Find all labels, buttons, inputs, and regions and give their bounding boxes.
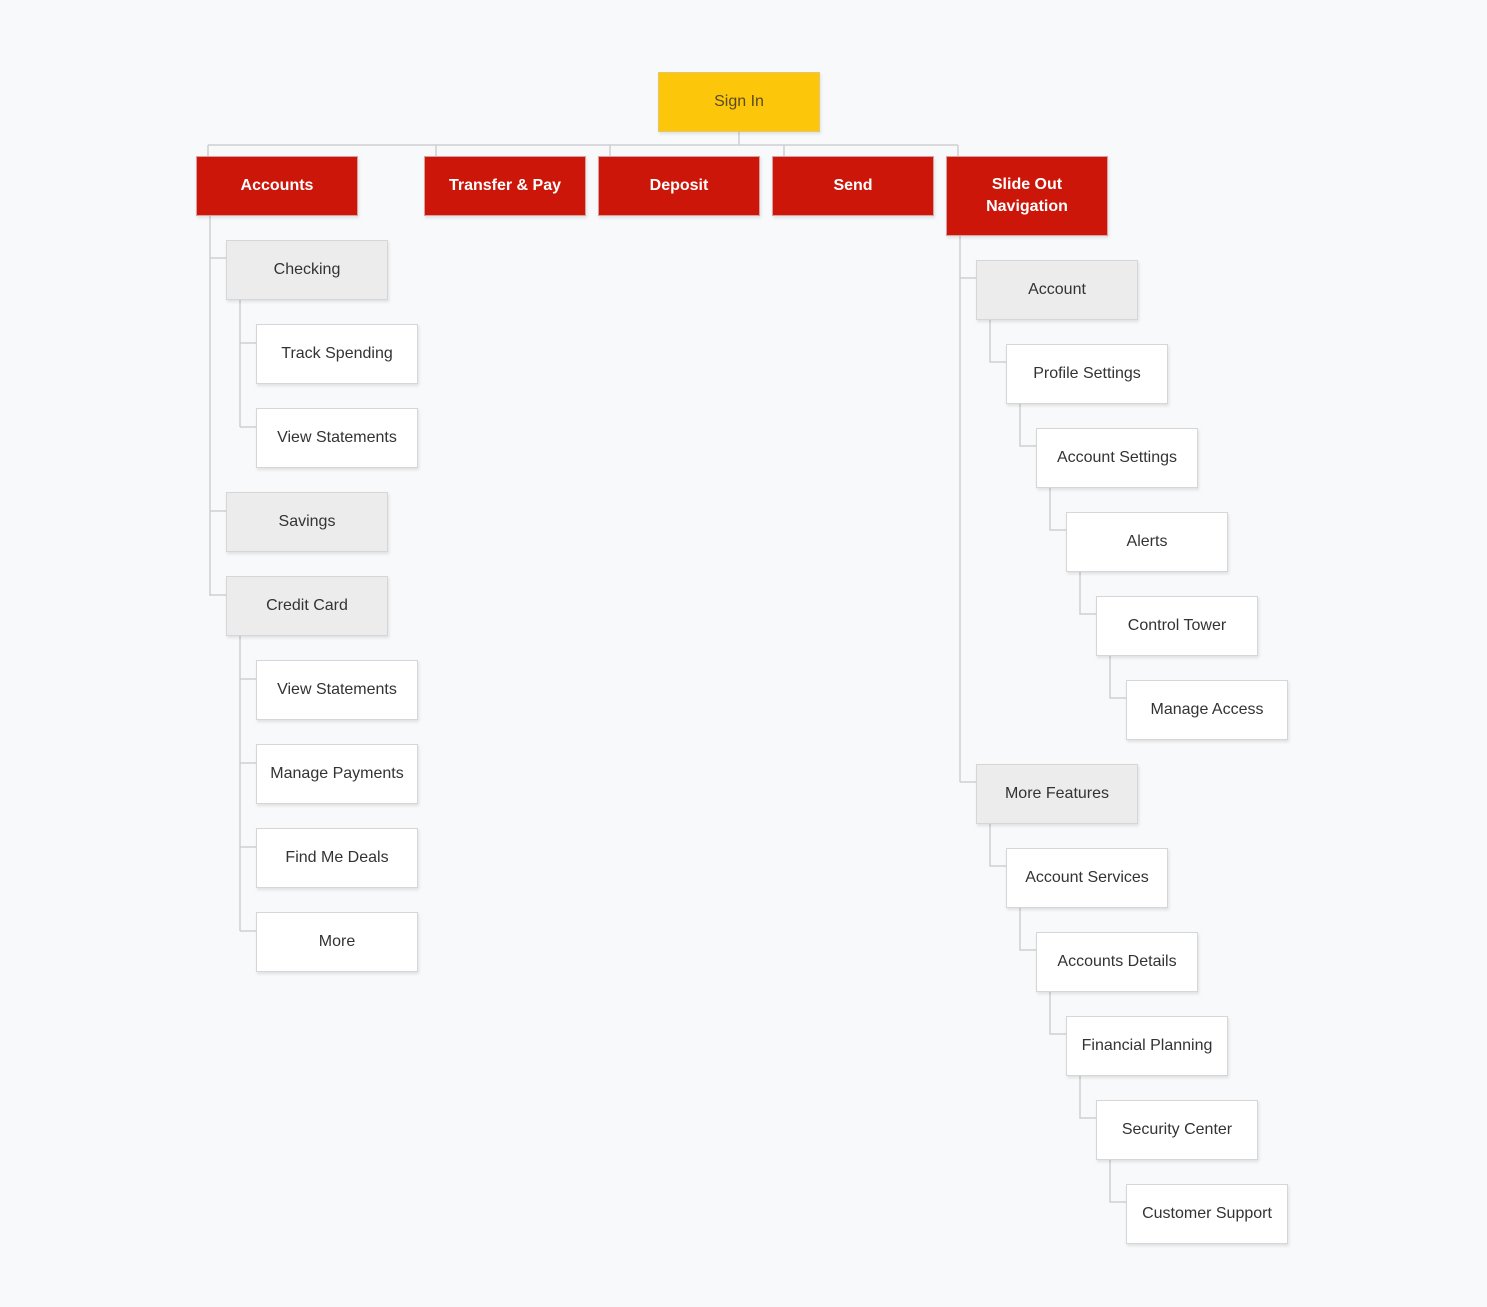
- connector: [1019, 403, 1036, 447]
- node-track-spending[interactable]: Track Spending: [256, 324, 418, 384]
- node-alerts[interactable]: Alerts: [1066, 512, 1228, 572]
- node-label: Customer Support: [1142, 1205, 1272, 1222]
- connector: [1019, 907, 1036, 951]
- node-label: More: [318, 933, 356, 950]
- node-profile-settings[interactable]: Profile Settings: [1006, 344, 1168, 404]
- node-credit-view-statements[interactable]: View Statements: [256, 660, 418, 720]
- node-label: Control Tower: [1127, 617, 1227, 634]
- node-credit-card[interactable]: Credit Card: [226, 576, 388, 636]
- node-label: Manage Access: [1150, 701, 1264, 718]
- node-control-tower[interactable]: Control Tower: [1096, 596, 1258, 656]
- connector: [1049, 487, 1066, 531]
- connector: [1079, 1075, 1096, 1119]
- node-more-features[interactable]: More Features: [976, 764, 1138, 824]
- node-savings[interactable]: Savings: [226, 492, 388, 552]
- connector: [1109, 1159, 1126, 1203]
- node-customer-support[interactable]: Customer Support: [1126, 1184, 1288, 1244]
- node-label: Credit Card: [266, 597, 348, 614]
- connector: [1109, 655, 1126, 699]
- node-label: Accounts: [240, 177, 314, 194]
- node-label: View Statements: [277, 429, 397, 446]
- node-checking-view-statements[interactable]: View Statements: [256, 408, 418, 468]
- node-label: Slide Out Navigation: [986, 176, 1068, 215]
- node-label: More Features: [1004, 785, 1110, 802]
- node-label: Sign In: [714, 93, 764, 110]
- node-label: Find Me Deals: [285, 849, 389, 866]
- node-financial-planning[interactable]: Financial Planning: [1066, 1016, 1228, 1076]
- node-label: Transfer & Pay: [448, 177, 562, 194]
- node-account-settings[interactable]: Account Settings: [1036, 428, 1198, 488]
- node-label: Financial Planning: [1081, 1037, 1213, 1054]
- node-label: Savings: [278, 513, 336, 530]
- connector: [1079, 571, 1096, 615]
- node-label: Deposit: [649, 177, 709, 194]
- node-label: Profile Settings: [1033, 365, 1141, 382]
- node-label: Account: [1028, 281, 1086, 298]
- node-send[interactable]: Send: [772, 156, 934, 216]
- node-slide-out-navigation[interactable]: Slide Out Navigation: [946, 156, 1108, 236]
- node-label: Send: [833, 177, 873, 194]
- node-label: Alerts: [1126, 533, 1168, 550]
- node-checking[interactable]: Checking: [226, 240, 388, 300]
- node-label: Track Spending: [281, 345, 393, 362]
- node-label: Account Services: [1025, 869, 1149, 886]
- node-deposit[interactable]: Deposit: [598, 156, 760, 216]
- node-transfer-pay[interactable]: Transfer & Pay: [424, 156, 586, 216]
- node-accounts[interactable]: Accounts: [196, 156, 358, 216]
- node-sign-in[interactable]: Sign In: [658, 72, 820, 132]
- node-manage-access[interactable]: Manage Access: [1126, 680, 1288, 740]
- node-label: Security Center: [1121, 1121, 1233, 1138]
- node-label: Accounts Details: [1057, 953, 1177, 970]
- node-find-me-deals[interactable]: Find Me Deals: [256, 828, 418, 888]
- node-accounts-details[interactable]: Accounts Details: [1036, 932, 1198, 992]
- node-label: Checking: [273, 261, 341, 278]
- connector: [989, 823, 1006, 867]
- node-account-services[interactable]: Account Services: [1006, 848, 1168, 908]
- node-more[interactable]: More: [256, 912, 418, 972]
- node-account[interactable]: Account: [976, 260, 1138, 320]
- node-label: Manage Payments: [270, 765, 404, 782]
- node-security-center[interactable]: Security Center: [1096, 1100, 1258, 1160]
- node-manage-payments[interactable]: Manage Payments: [256, 744, 418, 804]
- node-label: Account Settings: [1056, 449, 1178, 466]
- node-label: View Statements: [277, 681, 397, 698]
- connector: [1049, 991, 1066, 1035]
- connector: [989, 319, 1006, 363]
